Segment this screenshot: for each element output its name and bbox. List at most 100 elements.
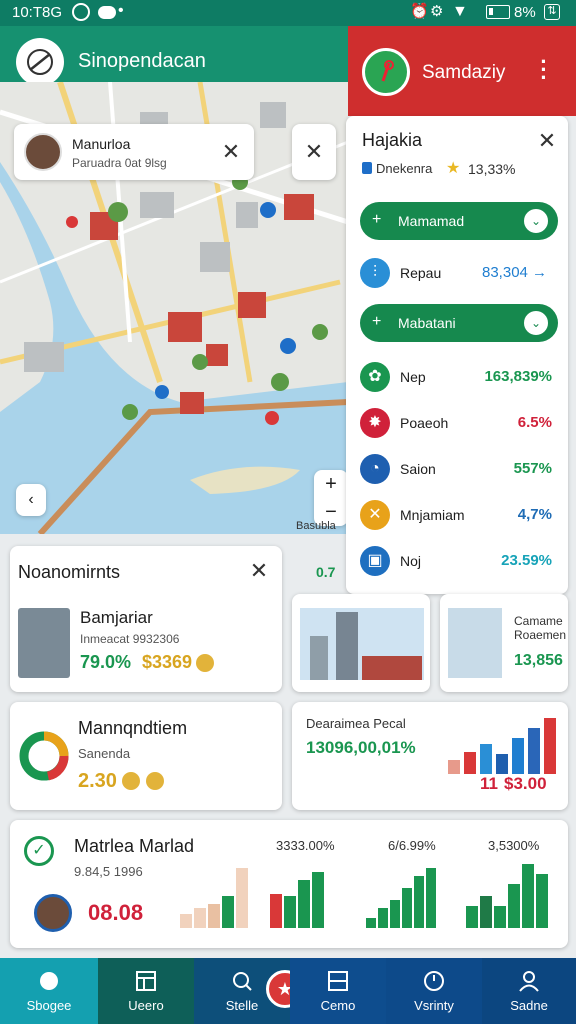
close-icon[interactable]: ✕ <box>534 128 560 154</box>
city-photo <box>300 608 424 680</box>
avatar <box>24 133 62 171</box>
photo-card-value: 13,856 <box>514 652 563 669</box>
dot-icon: • <box>118 2 124 19</box>
alarm-icon: ⏰ <box>410 3 429 20</box>
table-icon <box>135 970 157 992</box>
wallet-icon: ▣ <box>360 546 390 576</box>
row-value: 83,304 → <box>482 264 548 281</box>
growth-card[interactable]: Dearaimea Pecal 13096,00,01% 11 $3.00 <box>292 702 568 810</box>
metric-row[interactable]: ✕ Mnjamiam 4,7% <box>360 498 558 532</box>
row-value: 4,7% <box>517 506 552 523</box>
close-icon[interactable]: ✕ <box>218 139 244 165</box>
notification-icon <box>72 3 90 21</box>
profile-name: Bamjariar <box>80 608 153 627</box>
message-icon <box>98 6 116 19</box>
zoom-controls[interactable]: + − <box>314 470 348 526</box>
brand-icon[interactable] <box>362 48 410 96</box>
popup-name: Manurloa <box>72 136 131 152</box>
metric-row[interactable]: ✸ Poaeoh 6.5% <box>360 406 558 440</box>
building-photo <box>448 608 502 678</box>
map-back-button[interactable]: ‹ <box>16 484 46 516</box>
right-header-title: Samdaziy <box>422 62 506 83</box>
map-profile-popup[interactable]: Manurloa Paruadra 0at 9lsg ✕ <box>14 124 254 180</box>
card3-value: 13096,00,01% <box>306 738 416 757</box>
status-bar: 10:T8G • ⏰ ⚙ ▼ 8% ⇅ <box>0 0 576 26</box>
check-icon: ✓ <box>24 836 54 866</box>
battery-icon <box>486 5 510 19</box>
tools-icon: ✕ <box>360 500 390 530</box>
home-icon <box>38 970 60 992</box>
bars-group-2 <box>366 864 446 928</box>
add-icon: + <box>372 313 382 330</box>
map-attribution: Basubla <box>296 520 336 532</box>
summary-card[interactable]: ✓ Matrlea Marlad 9.84,5 1996 08.08 3333.… <box>10 820 568 948</box>
right-header: Samdaziy · · · <box>348 26 576 116</box>
row-value: 557% <box>513 460 552 477</box>
bottom-navigation: Sbogee Ueero Stelle ★ Cemo Vsrinty Sadne <box>0 958 576 1024</box>
grid-icon <box>327 970 349 992</box>
mabatani-button[interactable]: + Mabatani ⌄ <box>360 304 558 342</box>
metric-row[interactable]: ✿ Nep 163,839% <box>360 360 558 394</box>
card2-value: 2.30 <box>78 770 117 792</box>
card4-big: 08.08 <box>88 900 144 925</box>
nav-label: Stelle <box>225 998 259 1013</box>
nav-label: Ueero <box>128 998 164 1013</box>
logo-icon[interactable] <box>16 38 64 86</box>
peek-value: 0.7 <box>316 564 336 580</box>
nav-activity[interactable]: Vsrinty <box>386 958 482 1024</box>
side-panel-subtitle: Dnekenra <box>376 161 433 176</box>
profile-card[interactable]: Noanomirnts ✕ Bamjariar Inmeacat 9932306… <box>10 546 282 692</box>
row-value: 23.59% <box>501 552 552 569</box>
wifi-icon: ▼ <box>452 3 468 20</box>
donut-card[interactable]: Mannqndtiem Sanenda 2.30 <box>10 702 282 810</box>
nav-users[interactable]: Ueero <box>98 958 194 1024</box>
side-panel: Hajakia ✕ Dnekenra ★ 13,33% + Mamamad ⌄ … <box>346 116 568 594</box>
map-view[interactable]: Manurloa Paruadra 0at 9lsg ✕ ✕ ‹ + − Basu… <box>0 82 348 534</box>
search-icon <box>231 970 253 992</box>
chart-icon: ⫶ <box>360 258 390 288</box>
nav-demo[interactable]: Cemo <box>290 958 386 1024</box>
bars-group-3 <box>466 864 556 928</box>
nav-home[interactable]: Sbogee <box>0 958 98 1024</box>
repau-row[interactable]: ⫶ Repau 83,304 → <box>360 256 558 290</box>
close-icon[interactable]: ✕ <box>246 558 272 584</box>
nav-label: Sbogee <box>26 998 72 1013</box>
metric-row[interactable]: ▣ Noj 23.59% <box>360 544 558 578</box>
card2-title: Mannqndtiem <box>78 718 188 738</box>
more-menu-icon[interactable]: · · · <box>534 51 554 89</box>
side-panel-rating: 13,33% <box>468 161 516 177</box>
col-label-3: 3,5300% <box>488 838 540 853</box>
sun-icon: ✸ <box>360 408 390 438</box>
map-close-button[interactable]: ✕ <box>292 124 336 180</box>
row-value: 6.5% <box>517 414 552 431</box>
nav-label: Sadne <box>510 998 548 1013</box>
stats-photo-card[interactable]: Camame Roaemen 13,856 <box>440 594 568 692</box>
bars-group-1 <box>180 864 340 928</box>
nav-profile[interactable]: Sadne <box>482 958 576 1024</box>
stat-gold: $3369 <box>142 652 193 672</box>
city-photo-card[interactable] <box>292 594 430 692</box>
row-label: Poaeoh <box>400 415 449 431</box>
row-label: Repau <box>400 265 442 281</box>
settings-icon: ⚙ <box>430 3 444 20</box>
status-time: 10:T8G <box>12 4 63 21</box>
metric-row[interactable]: ◔ Saion 557% <box>360 452 558 486</box>
card3-subtitle: Dearaimea Pecal <box>306 716 406 731</box>
row-label: Nep <box>400 369 426 385</box>
row-value: 163,839% <box>484 368 552 385</box>
photo-card-title: Camame Roaemen <box>514 614 567 642</box>
chevron-icon: ⌄ <box>524 209 548 233</box>
card2-subtitle: Sanenda <box>78 746 131 761</box>
nav-label: Vsrinty <box>414 998 454 1013</box>
close-icon: ✕ <box>304 139 324 164</box>
clock-icon: ◔ <box>360 454 390 484</box>
row-label: Noj <box>400 553 422 569</box>
mamamad-button[interactable]: + Mamamad ⌄ <box>360 202 558 240</box>
avatar <box>34 894 72 932</box>
rotate-icon: ⇅ <box>544 4 560 20</box>
row-label: Mnjamiam <box>400 507 465 523</box>
user-icon <box>518 970 540 992</box>
app-title: Sinopendacan <box>78 50 206 72</box>
nav-label: Cemo <box>320 998 356 1013</box>
add-icon: + <box>372 211 382 228</box>
